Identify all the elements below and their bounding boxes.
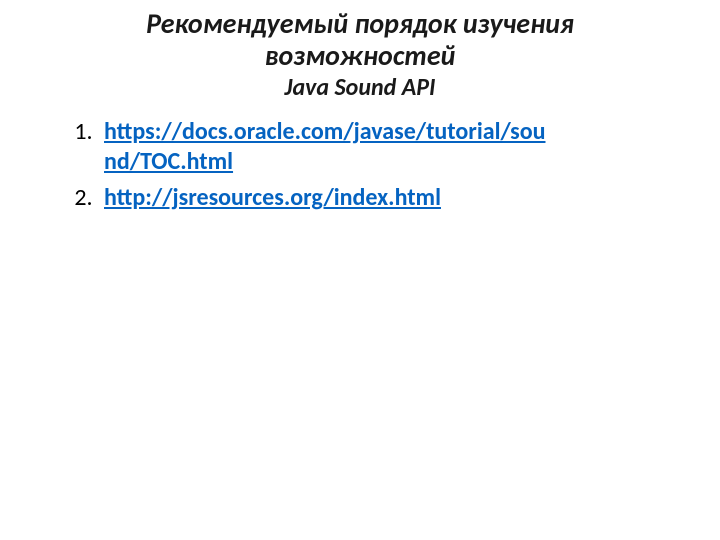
list-item: http://jsresources.org/index.html [98,183,680,213]
reference-link-2[interactable]: http://jsresources.org/index.html [104,183,441,212]
reference-link-1[interactable]: https://docs.oracle.com/javase/tutorial/… [104,117,545,176]
list-item: https://docs.oracle.com/javase/tutorial/… [98,117,680,177]
title-line-2: возможностей [40,40,680,72]
slide-title-block: Рекомендуемый порядок изучения возможнос… [40,8,680,103]
link-list: https://docs.oracle.com/javase/tutorial/… [40,117,680,213]
link-text-segment: https://docs.oracle.com/javase/tutorial/… [104,117,545,146]
link-text-segment: nd/TOC.html [104,147,233,176]
slide-subtitle: Java Sound API [40,74,680,103]
link-text: http://jsresources.org/index.html [104,183,441,212]
title-line-1: Рекомендуемый порядок изучения [40,8,680,40]
